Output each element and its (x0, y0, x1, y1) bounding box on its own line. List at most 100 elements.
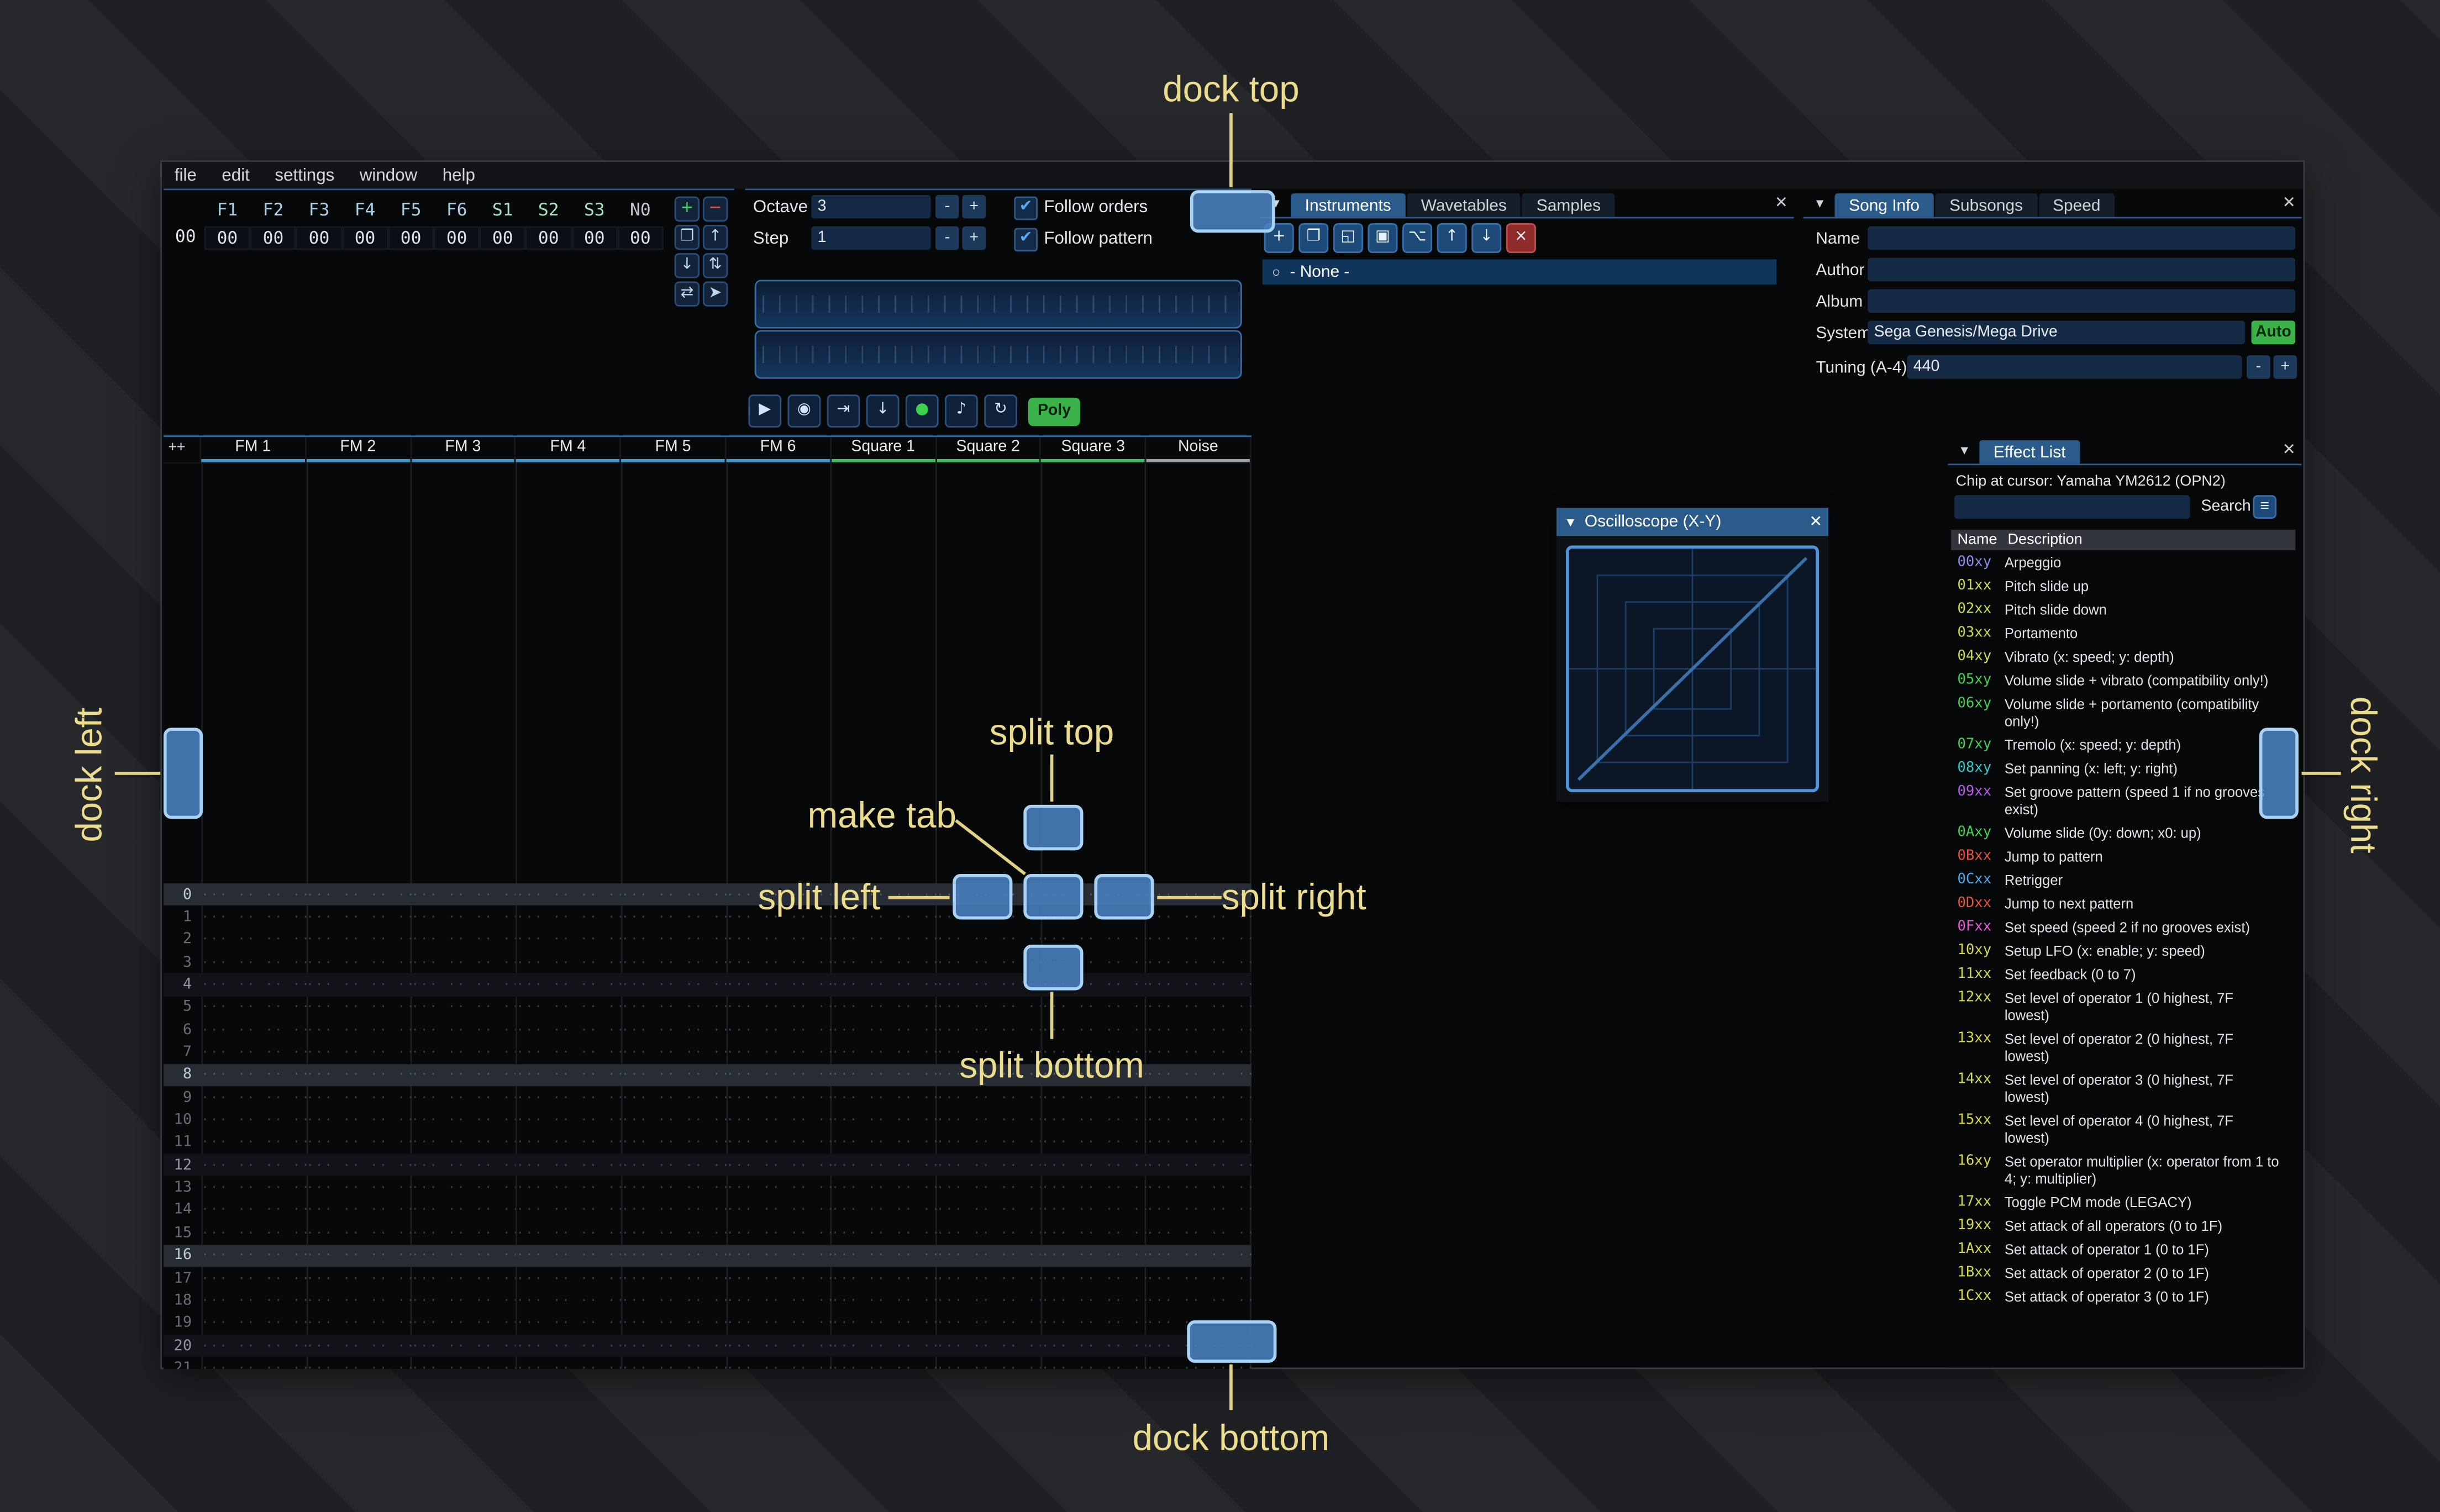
pattern-cell[interactable]: ··· ·· ·· ···· (516, 1068, 621, 1082)
pattern-cell[interactable]: ··· ·· ·· ···· (832, 1339, 937, 1353)
pattern-cell[interactable]: ··· ·· ·· ···· (1147, 1158, 1251, 1172)
pattern-cell[interactable]: ··· ·· ·· ···· (727, 1271, 832, 1286)
pattern-cell[interactable]: ··· ·· ·· ···· (621, 1113, 726, 1128)
pattern-cell[interactable]: ··· ·· ·· ···· (832, 1271, 937, 1286)
metronome-button[interactable]: ♪ (945, 394, 978, 428)
piano-lower-octaves[interactable] (754, 330, 1242, 379)
menu-window[interactable]: window (347, 166, 430, 185)
pattern-cell[interactable]: ··· ·· ·· ···· (1042, 1023, 1147, 1037)
tab-speed[interactable]: Speed (2038, 193, 2115, 217)
pattern-cell[interactable]: ··· ·· ·· ···· (621, 1203, 726, 1218)
pattern-cell[interactable]: ··· ·· ·· ···· (411, 1316, 516, 1330)
step-input[interactable]: 1 (811, 226, 931, 250)
order-edit-button[interactable]: ➤ (702, 281, 728, 307)
pattern-cell[interactable]: ··· ·· ·· ···· (727, 978, 832, 992)
pattern-cell[interactable]: ··· ·· ·· ···· (411, 1339, 516, 1353)
order-cell[interactable]: 00 (204, 226, 250, 250)
pattern-row[interactable]: 21 ··· ·· ·· · ··· ·· · · · ·· · ·· ·· · · ·· ·· … (164, 1357, 1251, 1369)
pattern-cell[interactable]: ··· ·· ·· ···· (1147, 1271, 1251, 1286)
pattern-cell[interactable]: ··· ·· ·· ···· (516, 955, 621, 970)
pattern-cell[interactable]: ··· ·· ·· ···· (1147, 1000, 1251, 1015)
effect-row[interactable]: 13xx Set level of operator 2 (0 highest, … (1951, 1028, 2299, 1069)
pattern-row[interactable]: 16 ··· ·· ·· · ··· ·· · · · ·· · ·· ·· · · ·· ·· … (163, 1244, 1251, 1267)
pattern-cell[interactable]: ··· ·· ·· ···· (201, 1113, 306, 1128)
pattern-cell[interactable]: ··· ·· ·· ···· (411, 1248, 516, 1263)
pattern-cell[interactable]: ··· ·· ·· ···· (411, 1045, 516, 1060)
poly-toggle[interactable]: Poly (1028, 397, 1081, 425)
tuning-decrease-button[interactable]: - (2247, 355, 2270, 379)
pattern-cell[interactable]: ··· ·· ·· ···· (727, 955, 832, 970)
pattern-cell[interactable]: ··· ·· ·· ···· (1042, 1113, 1147, 1128)
pattern-cell[interactable]: ··· ·· ·· ···· (516, 1158, 621, 1172)
tab-list-arrow-icon[interactable]: ▼ (1953, 439, 1976, 462)
pattern-cell[interactable]: ··· ·· ·· ···· (411, 1158, 516, 1172)
menu-file[interactable]: file (162, 166, 209, 185)
pattern-row[interactable]: 15 ··· ·· ·· · ··· ·· · · · ·· · ·· ·· · · ·· ·· … (164, 1221, 1251, 1244)
pattern-cell[interactable]: ··· ·· ·· ···· (1147, 1203, 1251, 1218)
pattern-cell[interactable]: ··· ·· ·· ···· (727, 1045, 832, 1060)
pattern-cell[interactable]: ··· ·· ·· ···· (516, 910, 621, 925)
pattern-cell[interactable]: ··· ·· ·· ···· (727, 1023, 832, 1037)
pattern-cell[interactable]: ··· ·· ·· ···· (1147, 1181, 1251, 1195)
pattern-cell[interactable]: ··· ·· ·· ···· (937, 1339, 1042, 1353)
pattern-cell[interactable]: ··· ·· ·· ···· (1042, 1361, 1147, 1369)
order-cell[interactable]: 00 (571, 226, 618, 250)
tab-instruments[interactable]: Instruments (1291, 193, 1406, 217)
pattern-cell[interactable]: ··· ·· ·· ···· (306, 1068, 411, 1082)
oscilloscope-title-bar[interactable]: ▼ Oscilloscope (X-Y) ✕ (1556, 508, 1829, 536)
tuning-increase-button[interactable]: + (2273, 355, 2297, 379)
channel-header-square-3[interactable]: Square 3 (1042, 437, 1147, 462)
instrument-none-row[interactable]: ○ - None - (1262, 259, 1777, 285)
pattern-cell[interactable]: ··· ·· ·· ···· (201, 1316, 306, 1330)
pattern-cell[interactable]: ··· ·· ·· ···· (727, 1090, 832, 1105)
pattern-cell[interactable]: ··· ·· ·· ···· (937, 1226, 1042, 1240)
effect-row[interactable]: 12xx Set level of operator 1 (0 highest, … (1951, 987, 2299, 1028)
pattern-cell[interactable]: ··· ·· ·· ···· (306, 1248, 411, 1263)
pattern-cell[interactable]: ··· ·· ·· ···· (832, 1316, 937, 1330)
play-button[interactable]: ▶ (748, 394, 782, 428)
channel-header-square-1[interactable]: Square 1 (832, 437, 937, 462)
pattern-cell[interactable]: ··· ·· ·· ···· (621, 1316, 726, 1330)
pattern-cell[interactable]: ··· ·· ·· ···· (306, 955, 411, 970)
pattern-cell[interactable]: ··· ·· ·· ···· (832, 1023, 937, 1037)
step-row-button[interactable]: ↓ (866, 394, 900, 428)
order-row[interactable]: 00 00 00 00 00 00 00 00 00 00 00 (167, 226, 664, 250)
order-cell[interactable]: 00 (434, 226, 480, 250)
follow-pattern-checkbox[interactable]: ✔ (1014, 228, 1038, 252)
pattern-cell[interactable]: ··· ·· ·· ···· (832, 1181, 937, 1195)
pattern-cell[interactable]: ··· ·· ·· ···· (621, 1271, 726, 1286)
effect-row[interactable]: 07xy Tremolo (x: speed; y: depth) (1951, 734, 2299, 758)
octave-increase-button[interactable]: + (962, 194, 986, 219)
pattern-cell[interactable]: ··· ·· ·· ···· (832, 1226, 937, 1240)
pattern-cell[interactable]: ··· ·· ·· ···· (516, 1113, 621, 1128)
step-increase-button[interactable]: + (962, 226, 986, 250)
instrument-folder-button[interactable]: ⌥ (1402, 223, 1433, 254)
pattern-cell[interactable]: ··· ·· ·· ···· (727, 933, 832, 947)
effect-row[interactable]: 15xx Set level of operator 4 (0 highest, … (1951, 1110, 2299, 1151)
tab-list-arrow-icon[interactable]: ▼ (1808, 192, 1832, 215)
pattern-cell[interactable]: ··· ·· ·· ···· (306, 1316, 411, 1330)
pattern-cell[interactable]: ··· ·· ·· ···· (937, 1000, 1042, 1015)
pattern-cell[interactable]: ··· ·· ·· ···· (832, 933, 937, 947)
pattern-cell[interactable]: ··· ·· ·· ···· (516, 1271, 621, 1286)
pattern-cell[interactable]: ··· ·· ·· ···· (411, 910, 516, 925)
pattern-cell[interactable]: ··· ·· ·· ···· (516, 1181, 621, 1195)
effect-row[interactable]: 06xy Volume slide + portamento (compatibi… (1951, 693, 2299, 734)
pattern-cell[interactable]: ··· ·· ·· ···· (727, 1158, 832, 1172)
pattern-cell[interactable]: ··· ·· ·· ···· (621, 1136, 726, 1150)
pattern-cell[interactable]: ··· ·· ·· ···· (727, 1068, 832, 1082)
tab-song-info[interactable]: Song Info (1834, 193, 1934, 217)
effect-row[interactable]: 03xx Portamento (1951, 623, 2299, 646)
pattern-cell[interactable]: ··· ·· ·· ···· (621, 955, 726, 970)
follow-orders-checkbox[interactable]: ✔ (1014, 196, 1038, 220)
order-cell[interactable]: 00 (342, 226, 388, 250)
pattern-cell[interactable]: ··· ·· ·· ···· (201, 1158, 306, 1172)
octave-decrease-button[interactable]: - (935, 194, 959, 219)
pattern-cell[interactable]: ··· ·· ·· ···· (937, 1181, 1042, 1195)
effect-row[interactable]: 01xx Pitch slide up (1951, 575, 2299, 599)
pattern-cell[interactable]: ··· ·· ·· ···· (1147, 933, 1251, 947)
pattern-cell[interactable]: ··· ·· ·· ···· (727, 1226, 832, 1240)
pattern-cell[interactable]: ··· ·· ·· ···· (832, 1158, 937, 1172)
pattern-row[interactable]: 14 ··· ·· ·· · ··· ·· · · · ·· · ·· ·· · · ·· ·· … (164, 1199, 1251, 1221)
pattern-cell[interactable]: ··· ·· ·· ···· (411, 1361, 516, 1369)
